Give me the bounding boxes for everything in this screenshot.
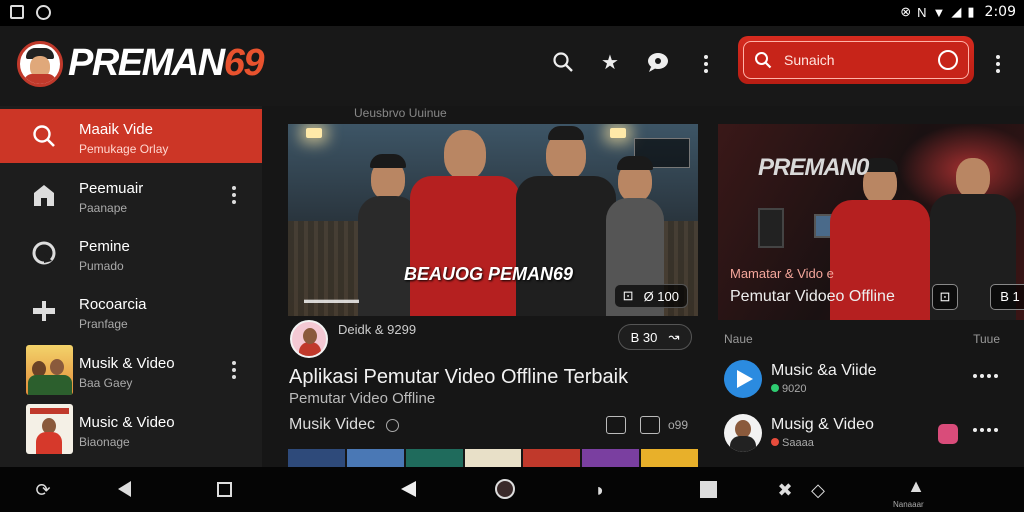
video-category: Musik Videc <box>289 416 375 433</box>
sidebar-item-sublabel: Biaonage <box>79 435 130 449</box>
play-icon <box>724 360 762 398</box>
card-badge: B 1 <box>990 284 1024 310</box>
sidebar-item-playlist-1[interactable]: Musik & Video Baa Gaey <box>0 343 262 397</box>
list-header: Naue <box>724 332 753 346</box>
card-caption: Mamatar & Vido e <box>730 266 834 281</box>
sidebar-item-music-video[interactable]: Maaik Vide Pemukage Orlay <box>0 109 262 163</box>
sidebar-item-sublabel: Pumado <box>79 259 124 273</box>
download-icon[interactable] <box>640 416 660 434</box>
accessibility-icon[interactable]: ✖ <box>773 479 797 501</box>
chat-icon[interactable] <box>646 51 670 75</box>
video-overlay-title: BEAUOG PEMAN69 <box>404 264 574 284</box>
video-action-text: o99 <box>668 418 689 432</box>
vibrate-icon: ⊗ <box>900 4 912 19</box>
list-header-right: Tuue <box>973 332 1000 346</box>
nfc-icon: N <box>917 4 927 20</box>
battery-icon: ▮ <box>967 4 975 19</box>
more-vert-icon[interactable] <box>232 361 236 379</box>
video-meta: Deidk & 9299 B 30 ↝ <box>288 316 698 358</box>
avatar[interactable] <box>290 320 328 358</box>
playlist-thumbnail <box>26 404 73 454</box>
sidebar: Maaik Vide Pemukage Orlay Peemuair Paana… <box>0 106 262 467</box>
rotate-icon[interactable]: ⟳ <box>31 479 55 501</box>
back-icon[interactable] <box>401 481 416 497</box>
card-overlay-title: PREMAN0 <box>758 154 869 181</box>
sidebar-item-sublabel: Baa Gaey <box>79 376 133 390</box>
more-horiz-icon[interactable] <box>973 374 998 378</box>
notification-icon <box>10 5 24 19</box>
search-bar[interactable]: Sunaich <box>738 36 974 84</box>
like-button[interactable]: B 30 ↝ <box>618 324 692 350</box>
sidebar-item-label: Peemuair <box>79 180 144 197</box>
sidebar-item-home[interactable]: Peemuair Paanape <box>0 168 262 222</box>
featured-video-thumbnail[interactable]: ▬▬▬▬▬ BEAUOG PEMAN69 ⊡ Ø 100 <box>288 124 698 316</box>
list-item-meta: 9020 <box>771 383 806 395</box>
brand-logo[interactable] <box>17 41 63 87</box>
main-content: Ueusbrvo Uuinue ▬▬▬▬▬ BEAUOG PEMAN69 ⊡ Ø… <box>262 106 1024 467</box>
sidebar-item-sublabel: Pemukage Orlay <box>79 142 169 156</box>
sidebar-item-label: Music & Video <box>79 414 175 431</box>
sidebar-item-label: Rocoarcia <box>79 296 147 313</box>
recents-icon[interactable] <box>217 482 232 497</box>
overflow-menu-icon[interactable] <box>986 51 1010 75</box>
search-field-icon <box>755 52 772 69</box>
list-item-title: Musig & Video <box>771 416 874 433</box>
more-vert-icon[interactable] <box>694 51 718 75</box>
sidebar-item-playlist-2[interactable]: Music & Video Biaonage <box>0 402 262 456</box>
signal-icon: ◢ <box>951 4 962 19</box>
library-icon <box>30 298 58 326</box>
video-subtitle: Pemutar Video Offline <box>289 390 436 407</box>
share-icon: ↝ <box>668 329 680 344</box>
list-item-meta: Saaaa <box>771 437 814 449</box>
video-duration-badge: ⊡ Ø 100 <box>613 284 688 308</box>
video-tag: ▬▬▬▬▬ <box>304 294 359 306</box>
info-icon <box>386 419 399 432</box>
sidebar-item-label: Musik & Video <box>79 355 175 372</box>
avatar <box>724 414 762 452</box>
pip-icon[interactable]: ◗ <box>588 479 612 501</box>
notification-bell-icon[interactable]: ▲ <box>904 475 928 497</box>
wifi-icon: ▼ <box>932 4 946 20</box>
nav-label: Nanaaar <box>893 500 924 509</box>
diamond-icon[interactable]: ◇ <box>806 479 830 501</box>
mic-icon[interactable] <box>938 50 958 70</box>
star-icon[interactable]: ★ <box>598 51 622 75</box>
sidebar-item-sublabel: Paanape <box>79 201 128 215</box>
sidebar-item-label: Maaik Vide <box>79 121 153 138</box>
playlist-icon[interactable]: ⊡ <box>932 284 958 310</box>
list-item[interactable]: Musig & Video Saaaa <box>722 410 1022 458</box>
side-video-card[interactable]: PREMAN0 Mamatar & Vido e Pemutar Vidoeo … <box>718 124 1024 320</box>
home-icon <box>30 182 58 210</box>
sidebar-item-label: Pemine <box>79 238 130 255</box>
explore-icon <box>30 240 58 268</box>
status-bar: ⊗ N ▼ ◢ ▮ 2:09 <box>0 0 1024 26</box>
sidebar-item-explore[interactable]: Pemine Pumado <box>0 226 262 280</box>
home-button[interactable] <box>495 479 515 499</box>
sidebar-item-library[interactable]: Rocoarcia Pranfage <box>0 284 262 338</box>
sidebar-item-sublabel: Pranfage <box>79 317 128 331</box>
stop-icon[interactable] <box>700 481 717 498</box>
system-nav-bar: ⟳ ◗ ✖ ◇ ▲ <box>0 467 1024 512</box>
search-icon[interactable] <box>551 51 575 75</box>
section-caption: Ueusbrvo Uuinue <box>354 106 447 120</box>
back-icon[interactable] <box>118 481 131 497</box>
search-icon <box>30 123 58 151</box>
thumbnail-strip[interactable] <box>288 449 699 467</box>
list-item-title: Music &a Viide <box>771 362 877 379</box>
playlist-thumbnail <box>26 345 73 395</box>
clock: 2:09 <box>984 4 1016 20</box>
video-title[interactable]: Aplikasi Pemutar Video Offline Terbaik <box>289 366 628 389</box>
card-subtitle: Pemutar Vidoeo Offline <box>730 288 895 305</box>
music-app-icon <box>938 424 958 444</box>
brand-title: PREMAN69 <box>68 42 264 84</box>
more-horiz-icon[interactable] <box>973 428 998 432</box>
search-input[interactable]: Sunaich <box>784 52 938 68</box>
sync-icon <box>36 5 51 20</box>
list-item[interactable]: Music &a Viide 9020 <box>722 356 1022 404</box>
channel-name[interactable]: Deidk & 9299 <box>338 322 416 337</box>
cast-icon[interactable] <box>606 416 626 434</box>
playlist-icon: ⊡ <box>622 288 634 303</box>
app-header: PREMAN69 ★ Sunaich <box>0 26 1024 106</box>
more-vert-icon[interactable] <box>232 186 236 204</box>
